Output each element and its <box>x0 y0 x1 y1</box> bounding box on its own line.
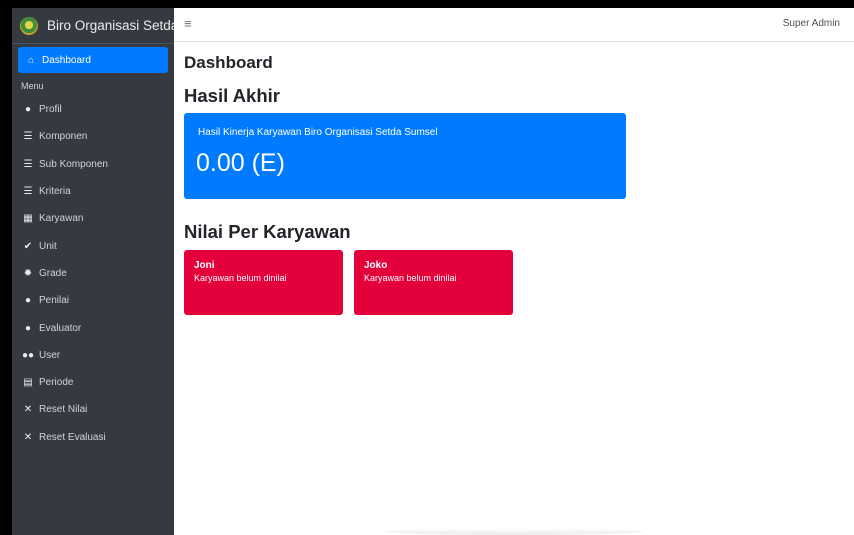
close-icon: ✕ <box>23 431 33 443</box>
sidebar-item-label: Reset Evaluasi <box>39 431 106 443</box>
employee-name: Joni <box>194 260 215 271</box>
sidebar-item-label: Dashboard <box>42 54 91 66</box>
list-icon: ☰ <box>23 186 33 198</box>
check-icon: ✔ <box>23 240 33 252</box>
sidebar-item-label: Penilai <box>39 295 70 307</box>
employee-status: Karyawan belum dinilai <box>194 273 287 283</box>
sidebar-item-penilai[interactable]: ● Penilai <box>12 287 174 314</box>
user-icon: ● <box>24 322 32 334</box>
sidebar-item-kriteria[interactable]: ☰ Kriteria <box>12 178 174 205</box>
sidebar-item-unit[interactable]: ✔ Unit <box>12 232 174 259</box>
list-icon: ☰ <box>23 158 33 170</box>
bottom-shadow <box>384 528 644 535</box>
sidebar-item-komponen[interactable]: ☰ Komponen <box>12 123 174 150</box>
sidebar-item-periode[interactable]: ▤ Periode <box>12 369 174 396</box>
employee-status: Karyawan belum dinilai <box>364 273 457 283</box>
brand-title: Biro Organisasi Setda Sumsel <box>47 18 174 33</box>
screen-border-left <box>0 0 12 535</box>
sidebar-item-label: Reset Nilai <box>39 404 88 416</box>
sidebar-nav: ⌂ Dashboard Menu ● Profil ☰ Komponen ☰ S… <box>12 47 174 451</box>
sidebar-item-reset-evaluasi[interactable]: ✕ Reset Evaluasi <box>12 424 174 451</box>
sidebar-item-grade[interactable]: ✹ Grade <box>12 260 174 287</box>
user-icon: ● <box>24 104 32 116</box>
sidebar-item-label: Komponen <box>39 131 88 143</box>
main-content: Dashboard Hasil Akhir Hasil Kinerja Kary… <box>174 42 854 535</box>
final-result-value: 0.00 (E) <box>196 149 285 177</box>
user-icon: ● <box>24 295 32 307</box>
top-navbar: ≡ Super Admin <box>174 8 854 42</box>
sidebar-item-reset-nilai[interactable]: ✕ Reset Nilai <box>12 396 174 423</box>
sidebar-item-label: Karyawan <box>39 213 84 225</box>
users-icon: ●● <box>21 349 35 361</box>
brand-logo-icon <box>20 16 38 35</box>
sidebar-item-label: Profil <box>39 104 62 116</box>
building-icon: ▦ <box>23 213 33 225</box>
sidebar-item-label: Kriteria <box>39 186 71 198</box>
sidebar-item-dashboard[interactable]: ⌂ Dashboard <box>18 47 168 73</box>
screen-border-top <box>0 0 854 8</box>
sidebar-menu-header: Menu <box>21 81 44 91</box>
final-result-caption: Hasil Kinerja Karyawan Biro Organisasi S… <box>198 127 438 138</box>
calendar-icon: ▤ <box>23 377 33 389</box>
sidebar-item-user[interactable]: ●● User <box>12 342 174 369</box>
list-icon: ☰ <box>23 131 33 143</box>
page-title: Dashboard <box>184 53 273 72</box>
sidebar-item-profil[interactable]: ● Profil <box>12 96 174 123</box>
sidebar-item-label: Sub Komponen <box>39 158 108 170</box>
section-title-employees: Nilai Per Karyawan <box>184 221 351 242</box>
sidebar-item-label: Grade <box>39 267 67 279</box>
employee-card: Joni Karyawan belum dinilai <box>184 250 343 315</box>
section-title-result: Hasil Akhir <box>184 85 280 106</box>
employee-card: Joko Karyawan belum dinilai <box>354 250 513 315</box>
sidebar-item-karyawan[interactable]: ▦ Karyawan <box>12 205 174 232</box>
gear-icon: ✹ <box>23 267 33 279</box>
sidebar-item-label: Unit <box>39 240 57 252</box>
employee-name: Joko <box>364 260 388 271</box>
app-window: Biro Organisasi Setda Sumsel ⌂ Dashboard… <box>0 0 854 535</box>
sidebar-item-label: Evaluator <box>39 322 82 334</box>
sidebar-item-evaluator[interactable]: ● Evaluator <box>12 314 174 341</box>
user-menu[interactable]: Super Admin <box>783 18 840 29</box>
sidebar-item-sub-komponen[interactable]: ☰ Sub Komponen <box>12 151 174 178</box>
brand-link[interactable]: Biro Organisasi Setda Sumsel <box>12 8 174 44</box>
hamburger-icon[interactable]: ≡ <box>184 16 192 31</box>
sidebar: Biro Organisasi Setda Sumsel ⌂ Dashboard… <box>12 8 174 535</box>
final-result-box: Hasil Kinerja Karyawan Biro Organisasi S… <box>184 113 626 199</box>
close-icon: ✕ <box>23 404 33 416</box>
sidebar-item-label: Periode <box>39 377 74 389</box>
sidebar-item-label: User <box>39 349 61 361</box>
home-icon: ⌂ <box>27 54 35 66</box>
